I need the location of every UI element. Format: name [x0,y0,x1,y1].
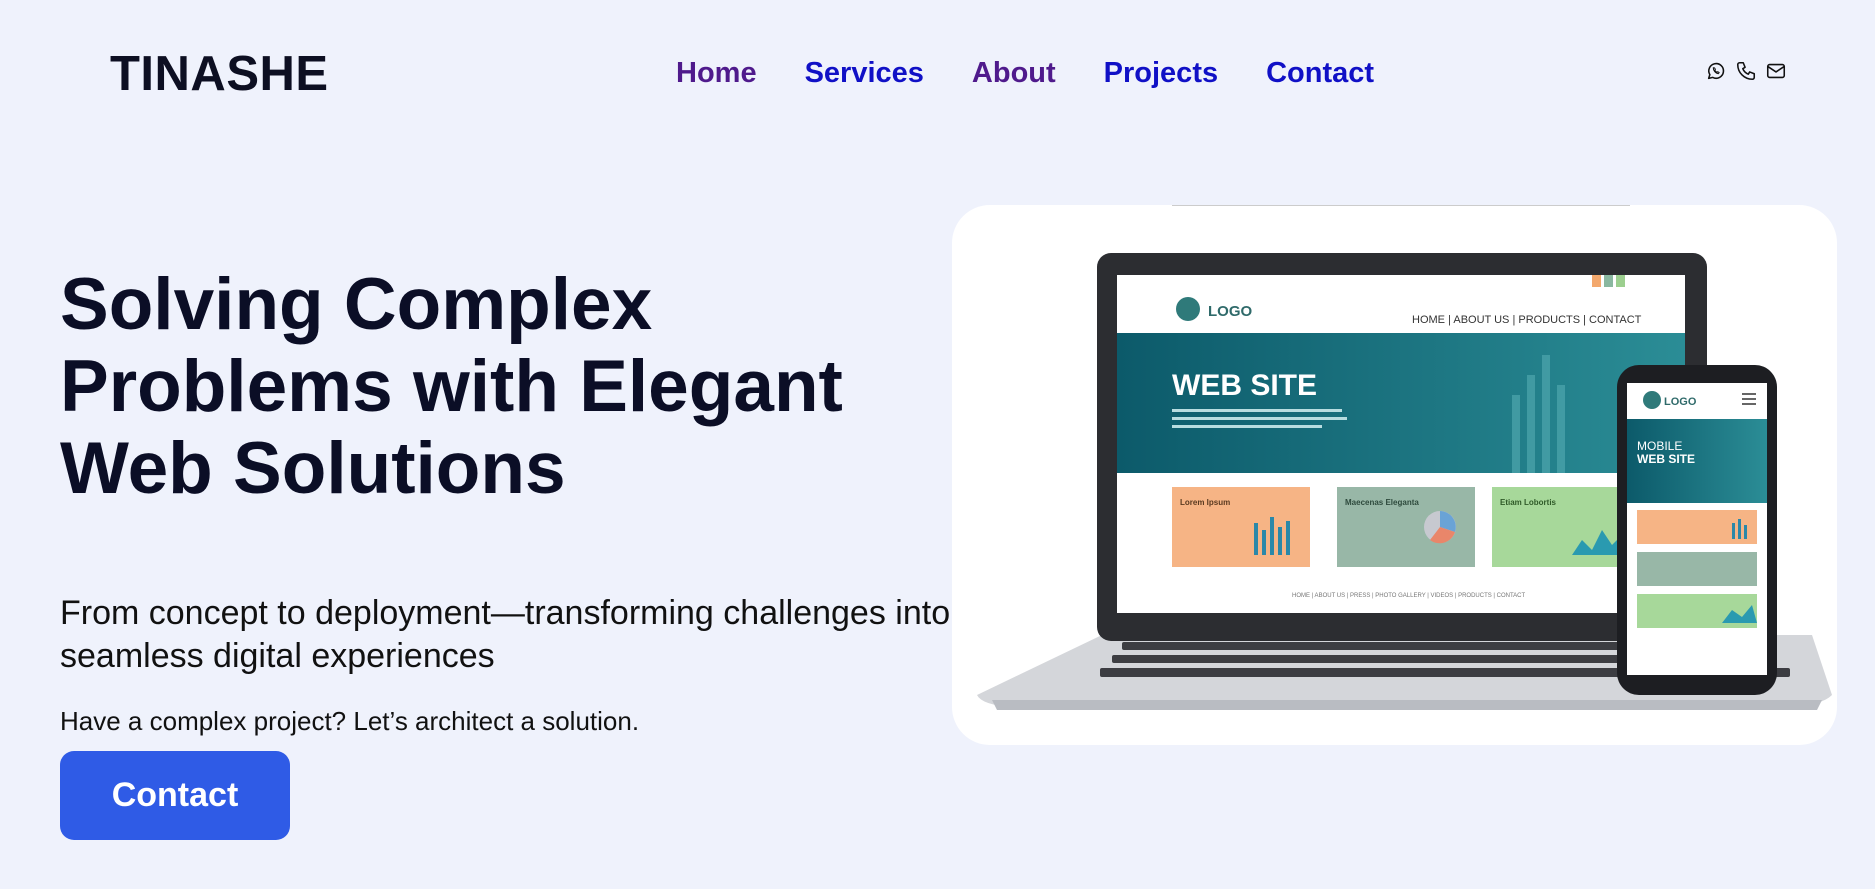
contact-icons [1705,60,1787,82]
nav-about[interactable]: About [972,55,1056,91]
nav-services[interactable]: Services [805,55,924,91]
mockup-mobile-line2: WEB SITE [1637,452,1695,466]
mail-icon[interactable] [1765,60,1787,82]
mockup-banner: WEB SITE [1172,369,1317,402]
phone-icon[interactable] [1735,60,1757,82]
hero-cta-text: Have a complex project? Let’s architect … [60,706,640,736]
main-nav: Home Services About Projects Contact [676,55,1422,91]
contact-button[interactable]: Contact [60,751,290,840]
mockup-card1-title: Lorem Ipsum [1180,498,1230,507]
hero-title: Solving Complex Problems with Elegant We… [60,264,843,509]
hero-subtitle: From concept to deployment—transforming … [60,594,951,675]
nav-contact[interactable]: Contact [1266,55,1374,91]
mockup-mobile-line1: MOBILE [1637,439,1682,453]
mockup-nav-text: HOME | ABOUT US | PRODUCTS | CONTACT [1412,314,1642,326]
mockup-card2-title: Maecenas Eleganta [1345,498,1419,507]
mockup-phone-logo: LOGO [1664,396,1697,408]
nav-home[interactable]: Home [676,55,757,91]
mockup-logo: LOGO [1208,303,1252,320]
mockup-footer-text: HOME | ABOUT US | PRESS | PHOTO GALLERY … [1292,593,1526,599]
whatsapp-icon[interactable] [1705,60,1727,82]
brand-logo[interactable]: TINASHE [110,46,329,102]
hero-image: LOGO HOME | ABOUT US | PRODUCTS | CONTAC… [952,205,1837,745]
nav-projects[interactable]: Projects [1104,55,1218,91]
mockup-card3-title: Etiam Lobortis [1500,498,1557,507]
